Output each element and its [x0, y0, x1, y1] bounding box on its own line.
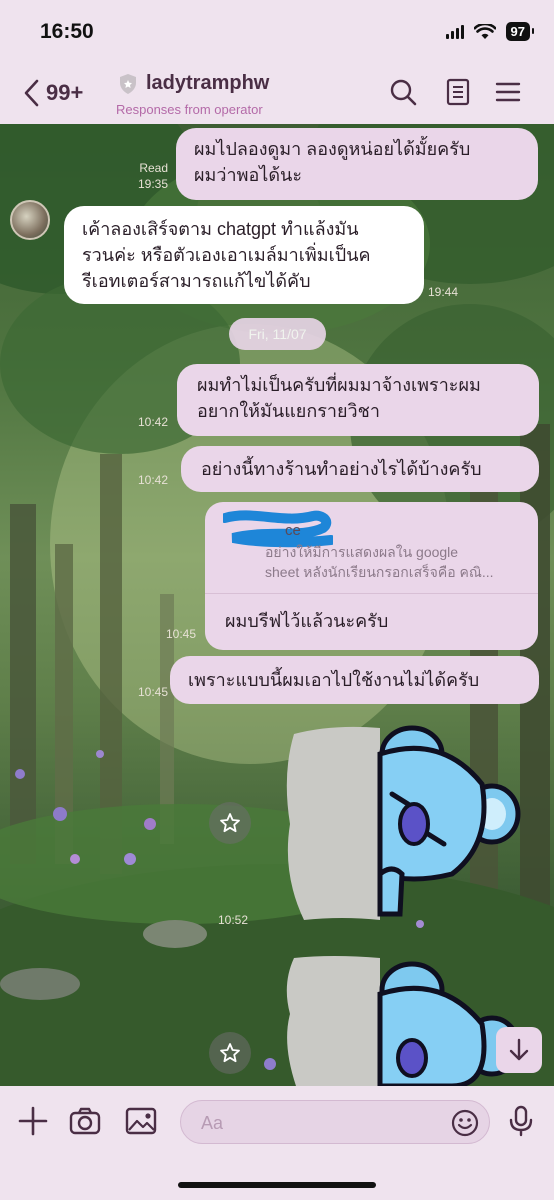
status-icons: 97: [445, 22, 535, 41]
camera-icon[interactable]: [68, 1104, 102, 1138]
menu-icon[interactable]: [494, 78, 522, 106]
message-text: เพราะแบบนี้ผมเอาไปใช้งานไม่ได้ครับ: [188, 670, 480, 690]
favorite-sticker-button[interactable]: [209, 1032, 251, 1074]
message-text: ผมทำไม่เป็นครับที่ผมมาจ้างเพราะผม: [197, 375, 481, 395]
search-icon[interactable]: [389, 78, 417, 106]
message-time: 19:35: [137, 177, 168, 191]
message-text: อยากให้มันแยกรายวิชา: [197, 401, 380, 421]
message-text: ผมบรีฟไว้แล้วนะครับ: [225, 611, 389, 631]
battery-indicator: 97: [505, 22, 535, 41]
message-text: เค้าลองเสิร์จตาม chatgpt ทำแล้งมัน: [82, 219, 359, 239]
star-icon: [220, 813, 240, 833]
date-separator: Fri, 11/07: [229, 318, 326, 350]
unread-count: 99+: [46, 80, 84, 105]
chat-area[interactable]: Read 19:35 ผมไปลองดูมา ลองดูหน่อยได้มั้ย…: [0, 124, 554, 1086]
chat-title[interactable]: ladytramphw: [118, 72, 269, 95]
arrow-down-icon: [509, 1038, 529, 1061]
quoted-text: อย่างให้มีการแสดงผลใน google sheet หลังน…: [265, 542, 527, 582]
message-time: 10:42: [137, 473, 168, 487]
koala-sticker[interactable]: [282, 724, 522, 924]
avatar[interactable]: [10, 200, 50, 240]
scroll-to-bottom-button[interactable]: [496, 1027, 542, 1073]
message-time: 10:52: [218, 913, 249, 927]
message-text: ผมไปลองดูมา ลองดูหน่อยได้มั้ยครับ: [194, 139, 471, 159]
message-bubble-incoming[interactable]: เค้าลองเสิร์จตาม chatgpt ทำแล้งมัน รวนค่…: [64, 206, 424, 304]
quoted-author: ce: [285, 522, 301, 539]
quoted-message[interactable]: ce อย่างให้มีการแสดงผลใน google sheet หล…: [205, 502, 538, 594]
koala-sticker[interactable]: [282, 954, 522, 1086]
message-time: 10:42: [137, 415, 168, 429]
message-time: 10:45: [137, 685, 168, 699]
message-input-container[interactable]: [180, 1100, 490, 1144]
chevron-left-icon: [24, 79, 39, 107]
message-meta: Read 19:35: [124, 160, 168, 192]
message-text: อย่างนี้ทางร้านทำอย่างไรได้บ้างครับ: [201, 459, 482, 479]
top-bar: 16:50 97 99+ ladytramphw Responses from …: [0, 0, 554, 124]
message-text: รวนค่ะ หรือตัวเองเอาเมล์มาเพิ่มเป็นค: [82, 245, 371, 265]
star-icon: [220, 1043, 240, 1063]
quoted-line: อย่างให้มีการแสดงผลใน google: [265, 544, 459, 560]
notes-icon[interactable]: [444, 78, 472, 106]
emoji-icon[interactable]: [451, 1109, 479, 1137]
quoted-line: sheet หลังนักเรียนกรอกเสร็จคือ คณิ...: [265, 564, 494, 580]
chat-subtitle: Responses from operator: [116, 102, 263, 117]
shield-icon: [120, 73, 136, 94]
message-time: 10:45: [165, 627, 196, 641]
message-bubble-outgoing[interactable]: ผมไปลองดูมา ลองดูหน่อยได้มั้ยครับ ผมว่าพ…: [176, 128, 538, 200]
message-bubble-outgoing[interactable]: เพราะแบบนี้ผมเอาไปใช้งานไม่ได้ครับ: [170, 656, 539, 704]
composer-bar: [0, 1086, 554, 1200]
image-icon[interactable]: [124, 1104, 158, 1138]
message-text: รีเอทเตอร์สามารถแก้ไขได้คับ: [82, 271, 311, 291]
back-button[interactable]: 99+: [22, 78, 83, 108]
message-bubble-outgoing[interactable]: ผมทำไม่เป็นครับที่ผมมาจ้างเพราะผม อยากให…: [177, 364, 539, 436]
message-bubble-reply[interactable]: ce อย่างให้มีการแสดงผลใน google sheet หล…: [205, 502, 538, 650]
status-time: 16:50: [40, 20, 94, 43]
message-input[interactable]: [201, 1109, 441, 1137]
message-bubble-outgoing[interactable]: อย่างนี้ทางร้านทำอย่างไรได้บ้างครับ: [181, 446, 539, 492]
plus-icon[interactable]: [16, 1104, 50, 1138]
wifi-icon: [473, 23, 496, 39]
microphone-icon[interactable]: [504, 1104, 538, 1138]
read-receipt: Read: [139, 161, 168, 175]
message-text: ผมว่าพอได้นะ: [194, 165, 303, 185]
home-indicator: [178, 1182, 376, 1188]
favorite-sticker-button[interactable]: [209, 802, 251, 844]
signal-icon: [445, 24, 464, 39]
message-time: 19:44: [428, 285, 459, 299]
chat-name: ladytramphw: [146, 72, 270, 94]
